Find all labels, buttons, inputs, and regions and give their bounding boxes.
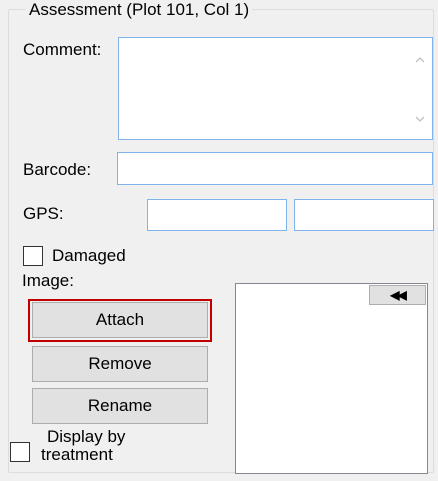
gps-latitude-input[interactable] <box>147 199 287 231</box>
barcode-label: Barcode: <box>23 160 92 179</box>
remove-button[interactable]: Remove <box>32 346 208 382</box>
attach-button[interactable]: Attach <box>32 302 208 338</box>
image-label: Image: <box>22 271 74 290</box>
display-by-treatment-label[interactable]: Display by treatment <box>41 427 126 464</box>
barcode-input[interactable] <box>117 152 433 185</box>
display-by-treatment-checkbox[interactable] <box>10 442 30 462</box>
comment-textarea[interactable] <box>118 37 433 140</box>
comment-label: Comment: <box>23 40 102 59</box>
gps-longitude-input[interactable] <box>294 199 434 231</box>
image-listbox[interactable] <box>235 283 428 474</box>
rename-button[interactable]: Rename <box>32 388 208 424</box>
display-by-treatment-line2: treatment <box>41 445 113 464</box>
assessment-group-title: Assessment (Plot 101, Col 1) <box>26 1 253 19</box>
chevron-down-icon[interactable] <box>415 115 425 123</box>
display-by-treatment-line1: Display by <box>47 427 126 446</box>
double-left-arrow-icon[interactable]: ◀◀ <box>369 285 426 305</box>
damaged-checkbox[interactable] <box>23 246 43 266</box>
damaged-label[interactable]: Damaged <box>52 246 126 266</box>
gps-label: GPS: <box>23 204 64 223</box>
chevron-up-icon[interactable] <box>415 55 425 63</box>
